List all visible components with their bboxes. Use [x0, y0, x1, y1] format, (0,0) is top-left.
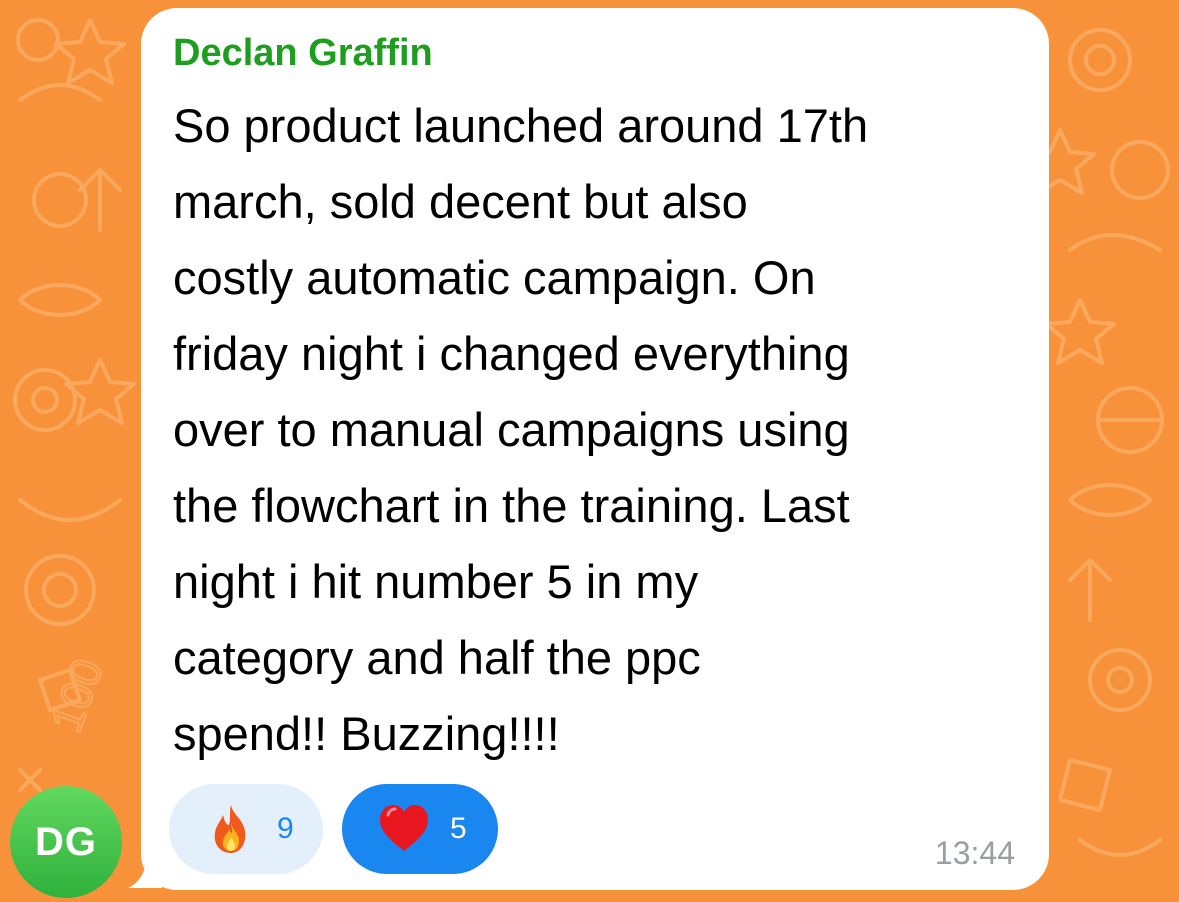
message-line: night i hit number 5 in my: [173, 555, 699, 608]
message-line: So product launched around 17th: [173, 99, 869, 152]
message-line: march, sold decent but also: [173, 175, 748, 228]
message-line: costly automatic campaign. On: [173, 251, 816, 304]
sender-name[interactable]: Declan Graffin: [173, 30, 433, 76]
reaction-heart-count: 5: [450, 812, 467, 845]
reaction-fire-button[interactable]: 9: [169, 784, 323, 874]
reaction-heart-button[interactable]: 5: [342, 784, 498, 874]
message-timestamp: 13:44: [934, 835, 1015, 871]
avatar[interactable]: DG: [10, 786, 122, 898]
svg-text:100: 100: [42, 653, 113, 739]
message-line: friday night i changed everything: [173, 327, 850, 380]
message-line: spend!! Buzzing!!!!: [173, 707, 560, 760]
fire-icon: [214, 805, 246, 853]
reaction-fire-count: 9: [277, 812, 294, 845]
heart-icon: [380, 805, 428, 851]
message-line: the flowchart in the training. Last: [173, 479, 850, 532]
message-bubble[interactable]: Declan Graffin So product launched aroun…: [141, 8, 1049, 890]
avatar-initials: DG: [35, 819, 97, 864]
message-line: over to manual campaigns using: [173, 403, 850, 456]
message-text: So product launched around 17th march, s…: [173, 88, 1023, 772]
message-line: category and half the ppc: [173, 631, 701, 684]
